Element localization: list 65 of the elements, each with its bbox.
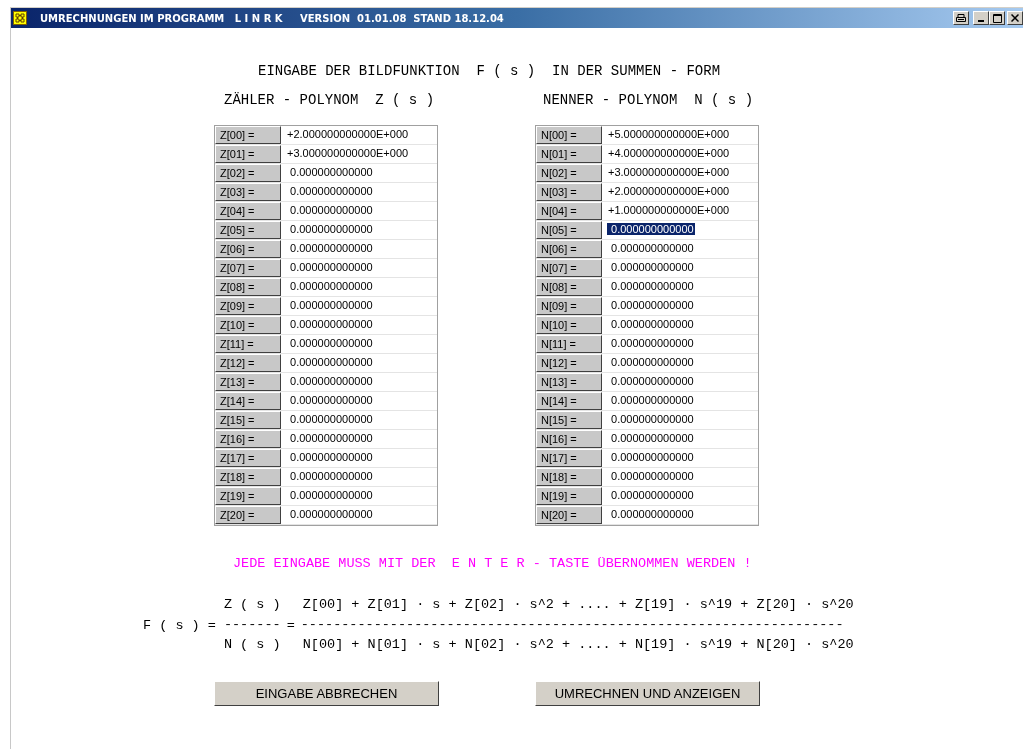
row-label: Z[17] = xyxy=(215,449,281,467)
close-button[interactable] xyxy=(1007,11,1023,25)
row-label: N[13] = xyxy=(536,373,602,391)
row-label: N[18] = xyxy=(536,468,602,486)
row-label: N[12] = xyxy=(536,354,602,372)
row-label: N[01] = xyxy=(536,145,602,163)
row-label: Z[04] = xyxy=(215,202,281,220)
formula-text: F ( s ) = xyxy=(143,617,216,633)
column-heading: NENNER - POLYNOM N ( s ) xyxy=(543,92,755,108)
row-label: Z[10] = xyxy=(215,316,281,334)
dashes-text: ------- xyxy=(223,616,281,634)
row-label: Z[01] = xyxy=(215,145,281,163)
row-label: Z[07] = xyxy=(215,259,281,277)
maximize-button[interactable] xyxy=(989,11,1005,25)
row-label: N[11] = xyxy=(536,335,602,353)
row-label: N[19] = xyxy=(536,487,602,505)
row-label: N[00] = xyxy=(536,126,602,144)
row-label: Z[13] = xyxy=(215,373,281,391)
row-label: Z[08] = xyxy=(215,278,281,296)
formula-text: = xyxy=(286,617,295,633)
row-label: Z[06] = xyxy=(215,240,281,258)
app-icon xyxy=(13,11,27,25)
row-label: Z[15] = xyxy=(215,411,281,429)
row-label: Z[00] = xyxy=(215,126,281,144)
row-label: N[03] = xyxy=(536,183,602,201)
row-label: N[07] = xyxy=(536,259,602,277)
column-heading: ZÄHLER - POLYNOM Z ( s ) xyxy=(224,92,436,108)
row-label: N[05] = xyxy=(536,221,602,239)
row-label: Z[16] = xyxy=(215,430,281,448)
row-label: N[08] = xyxy=(536,278,602,296)
row-label: N[09] = xyxy=(536,297,602,315)
row-label: N[02] = xyxy=(536,164,602,182)
page-heading: EINGABE DER BILDFUNKTION F ( s ) IN DER SUMMEN - FORM xyxy=(258,63,722,79)
printer-icon xyxy=(956,13,966,23)
row-label: N[20] = xyxy=(536,506,602,524)
row-label: Z[12] = xyxy=(215,354,281,372)
close-icon xyxy=(1011,14,1019,22)
formula-text: Z[00] + Z[01] · s + Z[02] · s^2 + .... + Z[19] · s^19 + Z[20] · s^20 xyxy=(301,596,854,614)
row-label: Z[20] = xyxy=(215,506,281,524)
row-label: Z[09] = xyxy=(215,297,281,315)
minimize-button[interactable] xyxy=(973,11,989,25)
formula-text: Z ( s ) xyxy=(223,596,281,614)
row-label: Z[05] = xyxy=(215,221,281,239)
notice-text: JEDE EINGABE MUSS MIT DER E N T E R - TASTE ÜBERNOMMEN WERDEN ! xyxy=(233,556,753,571)
row-label: N[04] = xyxy=(536,202,602,220)
row-label: Z[03] = xyxy=(215,183,281,201)
row-label: Z[02] = xyxy=(215,164,281,182)
row-label: N[14] = xyxy=(536,392,602,410)
maximize-icon xyxy=(992,13,1002,23)
row-label: N[16] = xyxy=(536,430,602,448)
row-label: N[15] = xyxy=(536,411,602,429)
dashes-text: ------------------------------------------------------------------- xyxy=(300,616,845,634)
formula-text: N ( s ) xyxy=(223,636,281,654)
formula-text: N[00] + N[01] · s + N[02] · s^2 + .... + N[19] · s^19 + N[20] · s^20 xyxy=(301,636,854,654)
row-label: N[17] = xyxy=(536,449,602,467)
row-label: N[10] = xyxy=(536,316,602,334)
row-label: Z[18] = xyxy=(215,468,281,486)
cancel-button[interactable]: EINGABE ABBRECHEN xyxy=(214,681,439,706)
row-label: Z[11] = xyxy=(215,335,281,353)
row-label: Z[19] = xyxy=(215,487,281,505)
convert-button[interactable]: UMRECHNEN UND ANZEIGEN xyxy=(535,681,760,706)
row-label: N[06] = xyxy=(536,240,602,258)
row-label: Z[14] = xyxy=(215,392,281,410)
print-button[interactable] xyxy=(953,11,969,25)
window-title: UMRECHNUNGEN IM PROGRAMM L I N R K VERSION 01.01.08 STAND 18.12.04 xyxy=(40,12,504,24)
